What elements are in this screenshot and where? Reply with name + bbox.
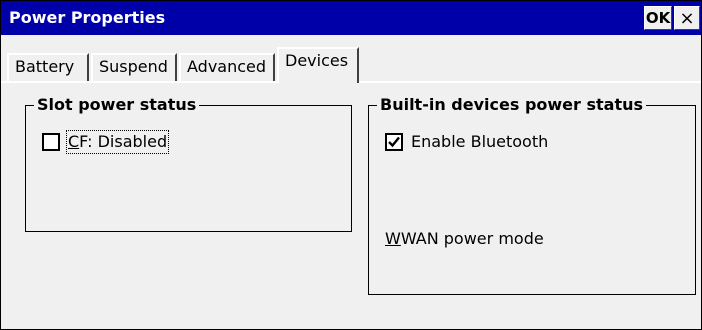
bluetooth-checkbox[interactable] [385, 133, 403, 151]
wwan-label-text: WAN power mode [400, 229, 544, 248]
tab-advanced[interactable]: Advanced [179, 53, 275, 81]
close-button[interactable]: × [674, 6, 700, 30]
tab-devices[interactable]: Devices [277, 47, 359, 83]
cf-label-text: F: Disabled [79, 132, 168, 151]
group-title: Slot power status [34, 94, 200, 116]
cf-mnemonic: C [68, 132, 80, 151]
checkmark-icon [388, 136, 400, 148]
group-title: Built-in devices power status [377, 94, 647, 116]
wwan-power-mode-label: WWAN power mode [385, 229, 544, 249]
devices-panel: Slot power status CF: Disabled Built-in … [1, 81, 701, 329]
tab-strip: Battery Suspend Advanced Devices [1, 45, 701, 83]
tab-label: Battery [15, 57, 75, 76]
ok-button[interactable]: OK [644, 6, 672, 30]
slot-power-status-group: Slot power status CF: Disabled [25, 94, 352, 232]
tab-label: Devices [285, 51, 349, 70]
title-bar: Power Properties OK × [1, 1, 701, 35]
wwan-mnemonic: W [385, 229, 401, 248]
tab-battery[interactable]: Battery [7, 53, 89, 81]
tab-label: Advanced [187, 57, 267, 76]
built-in-devices-group: Built-in devices power status Enable Blu… [368, 94, 696, 295]
window-title: Power Properties [9, 8, 166, 27]
tab-label: Suspend [99, 57, 168, 76]
close-icon: × [679, 7, 695, 29]
cf-checkbox[interactable] [42, 133, 60, 151]
bluetooth-label: Enable Bluetooth [411, 132, 549, 151]
cf-label: CF: Disabled [65, 130, 170, 154]
tab-suspend[interactable]: Suspend [91, 53, 177, 81]
cf-checkbox-row[interactable]: CF: Disabled [42, 130, 170, 154]
power-properties-window: Power Properties OK × Battery Suspend Ad… [0, 0, 702, 330]
bluetooth-checkbox-row[interactable]: Enable Bluetooth [385, 132, 548, 152]
